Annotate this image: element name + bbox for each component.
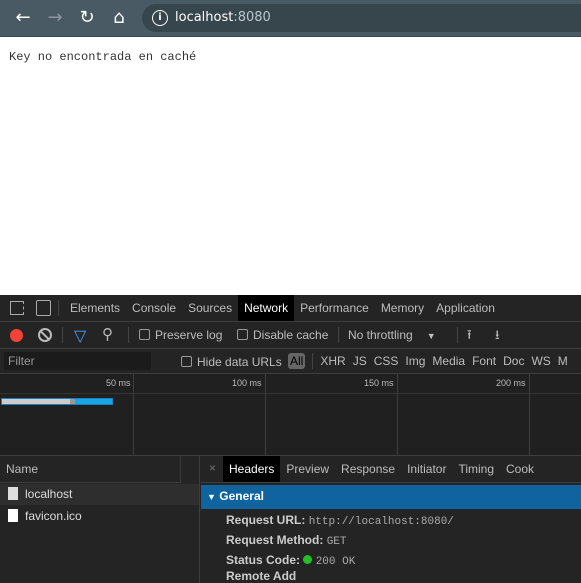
header-label: Status Code:	[226, 553, 301, 567]
url-host: localhost	[175, 10, 234, 25]
dropdown-arrow-icon: ▼	[426, 331, 436, 341]
hide-data-urls-label: Hide data URLs	[197, 355, 282, 369]
type-filters: All XHR JS CSS Img Media Font Doc WS M	[288, 352, 568, 370]
request-list: Name localhost favicon.ico	[0, 456, 200, 583]
section-title: General	[219, 489, 264, 503]
tab-application[interactable]: Application	[430, 295, 501, 321]
header-label: Request Method:	[226, 533, 324, 547]
filter-bar: Filter Hide data URLs All XHR JS CSS Img…	[0, 349, 581, 374]
inspect-element-icon[interactable]	[10, 301, 24, 315]
type-filter-js[interactable]: JS	[353, 354, 367, 368]
file-icon	[8, 509, 18, 522]
filter-icon[interactable]: ▽	[74, 326, 86, 346]
url-port: :8080	[233, 10, 271, 25]
type-filter-all[interactable]: All	[288, 353, 306, 369]
devtools-tab-bar: Elements Console Sources Network Perform…	[0, 295, 581, 322]
timeline-overview[interactable]: 50 ms 100 ms 150 ms 200 ms	[0, 374, 581, 456]
request-method-row: Request Method: GET	[226, 534, 347, 548]
hide-data-urls-checkbox[interactable]: Hide data URLs	[181, 355, 282, 369]
type-filter-doc[interactable]: Doc	[503, 354, 524, 368]
name-column-header[interactable]: Name	[0, 456, 181, 483]
home-icon[interactable]: ⌂	[109, 8, 129, 28]
header-label: Request URL:	[226, 513, 306, 527]
tab-console[interactable]: Console	[126, 295, 182, 321]
type-filter-xhr[interactable]: XHR	[320, 354, 345, 368]
tick-50ms: 50 ms	[106, 378, 131, 388]
browser-toolbar: ← → ↻ ⌂ i localhost:8080	[0, 0, 581, 37]
preserve-log-checkbox[interactable]: Preserve log	[139, 328, 222, 342]
type-filter-font[interactable]: Font	[472, 354, 496, 368]
reload-icon[interactable]: ↻	[77, 8, 97, 28]
header-value: http://localhost:8080/	[308, 516, 454, 528]
status-ok-icon	[303, 555, 313, 564]
clear-icon[interactable]	[38, 328, 52, 342]
header-label: Remote Add	[226, 569, 297, 583]
tab-elements[interactable]: Elements	[64, 295, 126, 321]
tab-timing[interactable]: Timing	[452, 456, 500, 482]
tab-sources[interactable]: Sources	[182, 295, 238, 321]
type-filter-ws[interactable]: WS	[531, 354, 550, 368]
tab-response[interactable]: Response	[335, 456, 401, 482]
type-filter-css[interactable]: CSS	[374, 354, 399, 368]
tab-preview[interactable]: Preview	[280, 456, 335, 482]
collapse-triangle-icon: ▼	[207, 492, 216, 502]
tick-150ms: 150 ms	[364, 378, 394, 388]
tick-200ms: 200 ms	[496, 378, 526, 388]
type-filter-media[interactable]: Media	[432, 354, 465, 368]
close-icon[interactable]: ×	[209, 461, 216, 475]
header-value: 200 OK	[315, 556, 356, 568]
tab-performance[interactable]: Performance	[294, 295, 375, 321]
forward-arrow-icon[interactable]: →	[45, 8, 65, 28]
info-icon[interactable]: i	[152, 10, 168, 26]
tab-cookies[interactable]: Cook	[500, 456, 540, 482]
general-section-header[interactable]: ▼ General	[201, 485, 581, 509]
request-name: favicon.ico	[25, 509, 82, 523]
import-har-icon[interactable]: ⭱	[467, 326, 472, 348]
disable-cache-checkbox[interactable]: Disable cache	[237, 328, 328, 342]
address-bar[interactable]: i localhost:8080	[142, 4, 581, 32]
type-filter-img[interactable]: Img	[405, 354, 425, 368]
status-code-row: Status Code: 200 OK	[226, 554, 355, 568]
tab-initiator[interactable]: Initiator	[401, 456, 452, 482]
devtools-panel: Elements Console Sources Network Perform…	[0, 295, 581, 583]
type-filter-manifest[interactable]: M	[558, 354, 568, 368]
remote-address-row: Remote Add	[226, 570, 296, 582]
page-body-text: Key no encontrada en caché	[9, 50, 197, 64]
tab-network[interactable]: Network	[238, 295, 295, 321]
preserve-log-label: Preserve log	[155, 328, 223, 342]
detail-tabs: Headers Preview Response Initiator Timin…	[223, 456, 540, 482]
throttling-value: No throttling	[348, 328, 413, 342]
request-name: localhost	[25, 487, 73, 501]
network-toolbar: ▽ ⚲ Preserve log Disable cache No thrott…	[0, 322, 581, 349]
request-timing-bar	[1, 398, 113, 405]
request-url-row: Request URL: http://localhost:8080/	[226, 514, 454, 528]
back-arrow-icon[interactable]: ←	[13, 8, 33, 28]
export-har-icon[interactable]: ⭳	[495, 326, 500, 348]
document-icon	[8, 487, 18, 500]
request-row-localhost[interactable]: localhost	[0, 484, 199, 505]
tab-memory[interactable]: Memory	[375, 295, 430, 321]
request-row-favicon[interactable]: favicon.ico	[0, 506, 199, 527]
record-icon[interactable]	[10, 329, 23, 342]
tab-headers[interactable]: Headers	[223, 456, 281, 482]
detail-tab-bar: × Headers Preview Response Initiator Tim…	[201, 456, 581, 483]
devtools-tabs: Elements Console Sources Network Perform…	[64, 295, 501, 321]
search-icon[interactable]: ⚲	[102, 325, 113, 343]
device-toolbar-icon[interactable]	[36, 300, 51, 316]
filter-input[interactable]: Filter	[4, 352, 151, 370]
url-text: localhost:8080	[175, 10, 271, 25]
throttling-select[interactable]: No throttling ▼	[348, 328, 436, 342]
disable-cache-label: Disable cache	[253, 328, 329, 342]
tick-100ms: 100 ms	[232, 378, 262, 388]
header-value: GET	[326, 536, 347, 548]
